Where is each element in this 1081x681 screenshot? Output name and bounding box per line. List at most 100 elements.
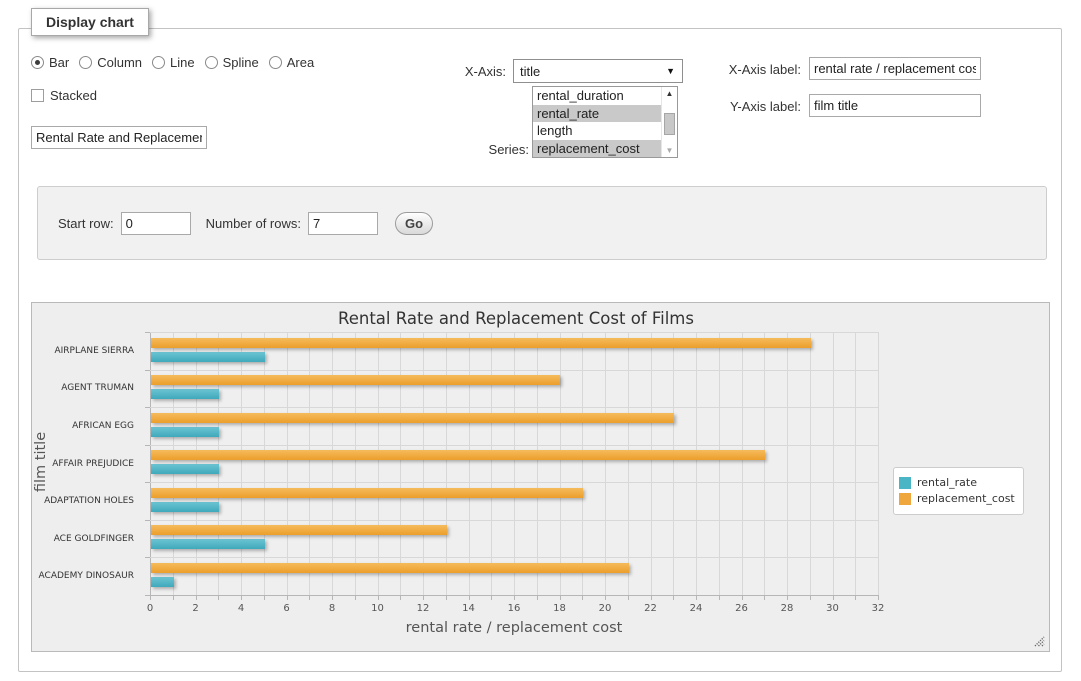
- radio-label-bar: Bar: [49, 55, 69, 70]
- scrollbar-thumb[interactable]: [664, 113, 675, 135]
- x-tick-label: 26: [727, 603, 757, 614]
- x-axis-selected-value: title: [520, 64, 540, 79]
- start-row-input[interactable]: [121, 212, 191, 235]
- gridline-horizontal: [150, 370, 878, 371]
- x-axis-tick: [673, 595, 674, 600]
- x-tick-label: 4: [226, 603, 256, 614]
- bar-rental_rate-adaptation-holes: [151, 502, 219, 512]
- go-button[interactable]: Go: [395, 212, 433, 235]
- bar-replacement_cost-african-egg: [151, 413, 674, 423]
- bar-rental_rate-airplane-sierra: [151, 352, 265, 362]
- x-axis-select-label: X-Axis:: [439, 64, 506, 79]
- num-rows-input[interactable]: [308, 212, 378, 235]
- gridline-vertical: [264, 332, 265, 595]
- legend-swatch-replacement_cost: [899, 493, 911, 505]
- legend-item-replacement_cost[interactable]: replacement_cost: [899, 492, 1015, 505]
- gridline-vertical: [241, 332, 242, 595]
- x-axis-tick: [742, 595, 743, 600]
- x-axis-tick: [309, 595, 310, 600]
- gridline-vertical: [742, 332, 743, 595]
- x-tick-label: 2: [181, 603, 211, 614]
- series-listbox[interactable]: rental_durationrental_ratelengthreplacem…: [532, 86, 678, 158]
- chart-type-options: Bar Column Line Spline Area: [31, 55, 324, 70]
- resize-handle-icon[interactable]: [1033, 635, 1045, 647]
- x-axis-tick: [332, 595, 333, 600]
- gridline-vertical: [423, 332, 424, 595]
- series-option-replacement_cost[interactable]: replacement_cost: [533, 140, 661, 158]
- series-option-rental_duration[interactable]: rental_duration: [533, 87, 661, 105]
- gridline-vertical: [833, 332, 834, 595]
- x-tick-label: 24: [681, 603, 711, 614]
- y-axis-tick: [145, 370, 150, 371]
- category-label: ADAPTATION HOLES: [32, 496, 142, 506]
- chart-type-option-bar[interactable]: Bar: [31, 55, 69, 70]
- chart-type-option-area[interactable]: Area: [269, 55, 314, 70]
- gridline-vertical: [719, 332, 720, 595]
- x-axis-tick: [514, 595, 515, 600]
- x-tick-label: 0: [135, 603, 165, 614]
- radio-column[interactable]: [79, 56, 92, 69]
- gridline-horizontal: [150, 482, 878, 483]
- x-axis-tick: [878, 595, 879, 600]
- bar-rental_rate-ace-goldfinger: [151, 539, 265, 549]
- x-axis-tick: [582, 595, 583, 600]
- gridline-vertical: [378, 332, 379, 595]
- x-axis-select[interactable]: title ▼: [513, 59, 683, 83]
- stacked-checkbox[interactable]: [31, 89, 44, 102]
- series-option-length[interactable]: length: [533, 122, 661, 140]
- x-axis-tick: [537, 595, 538, 600]
- category-label: AFFAIR PREJUDICE: [32, 459, 142, 469]
- category-label: ACE GOLDFINGER: [32, 534, 142, 544]
- radio-area[interactable]: [269, 56, 282, 69]
- x-axis-tick: [400, 595, 401, 600]
- series-option-rental_rate[interactable]: rental_rate: [533, 105, 661, 123]
- x-axis-tick: [764, 595, 765, 600]
- scroll-up-icon[interactable]: ▲: [662, 87, 677, 100]
- x-tick-label: 28: [772, 603, 802, 614]
- y-axis-label-input[interactable]: [809, 94, 981, 117]
- x-axis-tick: [787, 595, 788, 600]
- x-axis-tick: [423, 595, 424, 600]
- series-list-label: Series:: [449, 142, 529, 157]
- y-axis-tick: [145, 482, 150, 483]
- bar-replacement_cost-agent-truman: [151, 375, 560, 385]
- bar-rental_rate-agent-truman: [151, 389, 219, 399]
- x-tick-label: 30: [818, 603, 848, 614]
- chart-type-option-column[interactable]: Column: [79, 55, 142, 70]
- y-axis-tick: [145, 332, 150, 333]
- gridline-vertical: [878, 332, 879, 595]
- chart-type-option-spline[interactable]: Spline: [205, 55, 259, 70]
- gridline-vertical: [787, 332, 788, 595]
- gridline-vertical: [332, 332, 333, 595]
- radio-line[interactable]: [152, 56, 165, 69]
- x-axis-label-input[interactable]: [809, 57, 981, 80]
- gridline-vertical: [514, 332, 515, 595]
- x-axis-tick: [605, 595, 606, 600]
- radio-bar[interactable]: [31, 56, 44, 69]
- x-axis-tick: [446, 595, 447, 600]
- y-axis-tick: [145, 445, 150, 446]
- category-label: AIRPLANE SIERRA: [32, 346, 142, 356]
- gridline-horizontal: [150, 407, 878, 408]
- stacked-option[interactable]: Stacked: [31, 88, 97, 103]
- x-axis-tick: [855, 595, 856, 600]
- x-axis-tick: [491, 595, 492, 600]
- chart-type-option-line[interactable]: Line: [152, 55, 195, 70]
- radio-spline[interactable]: [205, 56, 218, 69]
- gridline-vertical: [696, 332, 697, 595]
- plot-area: [150, 332, 878, 595]
- series-scrollbar[interactable]: ▲ ▼: [661, 87, 677, 157]
- x-axis-tick: [378, 595, 379, 600]
- chevron-down-icon: ▼: [666, 67, 675, 76]
- gridline-vertical: [469, 332, 470, 595]
- gridline-vertical: [605, 332, 606, 595]
- x-axis-tick: [696, 595, 697, 600]
- x-axis-tick: [218, 595, 219, 600]
- num-rows-label: Number of rows:: [206, 216, 301, 231]
- gridline-horizontal: [150, 520, 878, 521]
- legend-item-rental_rate[interactable]: rental_rate: [899, 476, 1015, 489]
- scroll-down-icon[interactable]: ▼: [662, 144, 677, 157]
- chart-title-input[interactable]: [31, 126, 207, 149]
- x-tick-label: 6: [272, 603, 302, 614]
- display-chart-panel: Display chart BarColumnLineSplineArea St…: [18, 28, 1062, 672]
